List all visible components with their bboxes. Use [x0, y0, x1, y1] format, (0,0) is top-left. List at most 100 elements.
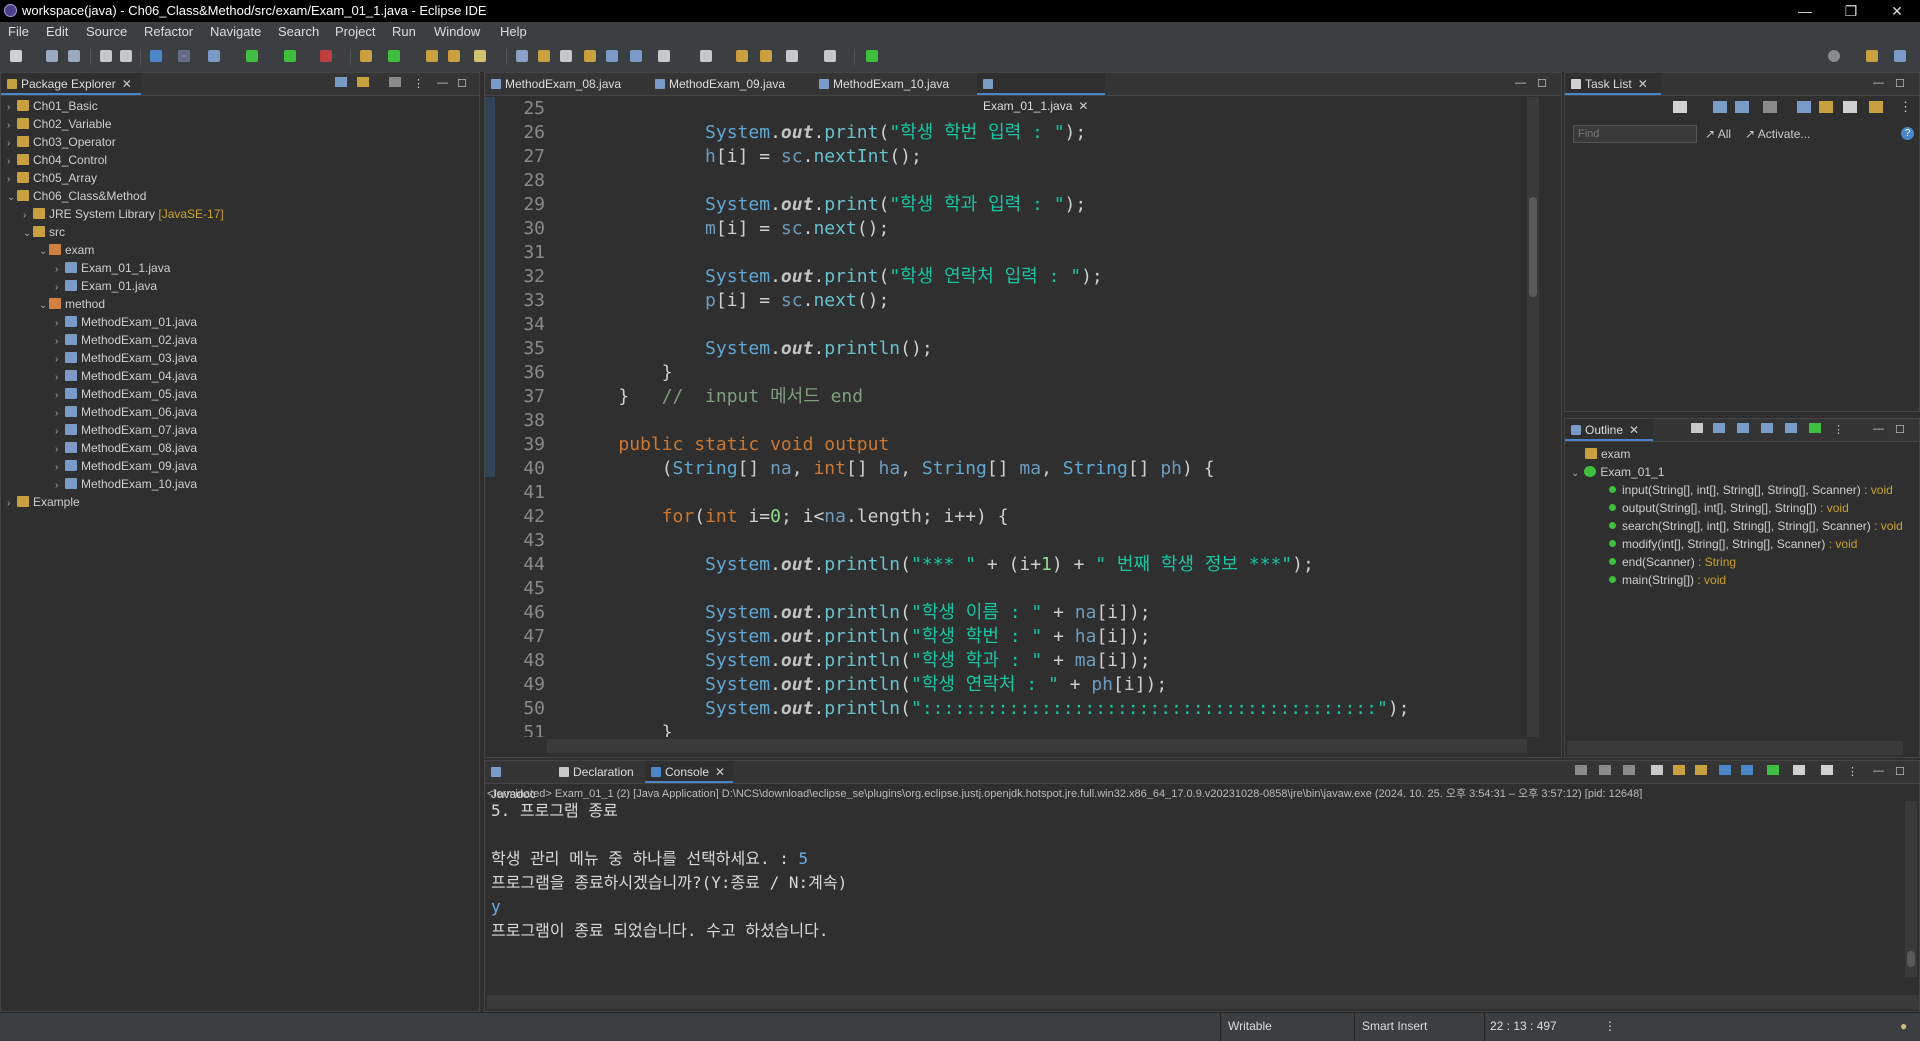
- editor-vertical-scrollbar[interactable]: [1527, 97, 1539, 737]
- show-stdout-icon[interactable]: [1719, 765, 1731, 775]
- editor-tab[interactable]: MethodExam_08.java: [485, 73, 649, 95]
- menu-run[interactable]: Run: [392, 24, 416, 39]
- close-icon[interactable]: ✕: [715, 765, 725, 779]
- java-perspective-icon[interactable]: [1894, 50, 1906, 62]
- code-line[interactable]: System.out.println("학생 학번 : " + ha[i]);: [575, 625, 1151, 649]
- focus-icon[interactable]: [1763, 101, 1777, 113]
- remove-all-icon[interactable]: [1623, 765, 1635, 775]
- show-whitespace-icon[interactable]: [606, 50, 618, 62]
- outline-class[interactable]: ⌄ Exam_01_1: [1571, 463, 1664, 481]
- outline-method[interactable]: main(String[]) : void: [1609, 571, 1726, 589]
- maximize-view-icon[interactable]: ☐: [1895, 77, 1905, 90]
- tree-item[interactable]: › Ch02_Variable: [7, 115, 112, 133]
- mark-occurrences-icon[interactable]: [538, 50, 550, 62]
- collapse-all-icon[interactable]: [335, 77, 347, 87]
- tree-item[interactable]: › MethodExam_09.java: [55, 457, 197, 475]
- open-task-icon[interactable]: [448, 50, 460, 62]
- minimize-view-icon[interactable]: —: [1873, 77, 1884, 89]
- code-line[interactable]: h[i] = sc.nextInt();: [575, 145, 922, 169]
- task-menu-icon[interactable]: ⋮: [1899, 99, 1912, 115]
- code-line[interactable]: System.out.println("학생 이름 : " + na[i]);: [575, 601, 1151, 625]
- editor-horizontal-scrollbar[interactable]: [547, 739, 1527, 753]
- save-all-icon[interactable]: [68, 50, 80, 62]
- forward-edit-icon[interactable]: [760, 50, 772, 62]
- tree-item[interactable]: › Exam_01.java: [55, 277, 157, 295]
- help-icon[interactable]: ?: [1901, 127, 1914, 140]
- next-annotation-icon[interactable]: [658, 50, 670, 62]
- code-line[interactable]: for(int i=0; i<na.length; i++) {: [575, 505, 1009, 529]
- editor-tab[interactable]: Exam_01_1.java ✕: [977, 73, 1105, 113]
- code-line[interactable]: System.out.println("학생 연락처 : " + ph[i]);: [575, 673, 1167, 697]
- minimize-editor-icon[interactable]: —: [1515, 77, 1526, 89]
- menu-navigate[interactable]: Navigate: [210, 24, 261, 39]
- task-activate-link[interactable]: ↗ Activate...: [1745, 127, 1810, 141]
- tree-item[interactable]: › Example: [7, 493, 80, 511]
- code-line[interactable]: public static void output: [575, 433, 889, 457]
- link-with-editor-icon[interactable]: [357, 77, 369, 87]
- code-line[interactable]: p[i] = sc.next();: [575, 289, 889, 313]
- show-stderr-icon[interactable]: [1741, 765, 1753, 775]
- tree-item[interactable]: ⌄ exam: [39, 241, 94, 259]
- word-wrap-icon[interactable]: [584, 50, 596, 62]
- chevron-down-icon[interactable]: ⌄: [1571, 465, 1581, 483]
- tree-item[interactable]: › Ch03_Operator: [7, 133, 116, 151]
- debug-icon[interactable]: [208, 50, 220, 62]
- tree-item[interactable]: › JRE System Library [JavaSE-17]: [23, 205, 224, 223]
- coverage-icon[interactable]: [284, 50, 296, 62]
- close-icon[interactable]: ✕: [1638, 77, 1648, 91]
- undo-icon[interactable]: [100, 50, 112, 62]
- redo-icon[interactable]: [120, 50, 132, 62]
- open-type-icon[interactable]: [426, 50, 438, 62]
- code-line[interactable]: }: [575, 361, 673, 385]
- open-console-icon[interactable]: [1821, 765, 1833, 775]
- outline-method[interactable]: output(String[], int[], String[], String…: [1609, 499, 1849, 517]
- tab-task-list[interactable]: Task List ✕: [1565, 73, 1661, 95]
- menu-source[interactable]: Source: [86, 24, 127, 39]
- filter-icon[interactable]: [389, 77, 401, 87]
- maximize-view-icon[interactable]: ☐: [1895, 423, 1905, 436]
- tree-item[interactable]: › MethodExam_10.java: [55, 475, 197, 493]
- close-icon[interactable]: ✕: [122, 77, 132, 91]
- forward-icon[interactable]: [824, 50, 836, 62]
- console-vertical-scrollbar[interactable]: [1905, 801, 1917, 977]
- outline-menu-icon[interactable]: ⋮: [1833, 423, 1844, 436]
- sort-icon[interactable]: [1819, 101, 1833, 113]
- collapse-outline-icon[interactable]: [1691, 423, 1703, 433]
- tab-package-explorer[interactable]: Package Explorer ✕: [1, 73, 141, 95]
- pilcrow-icon[interactable]: [630, 50, 642, 62]
- task-find-input[interactable]: [1573, 125, 1697, 143]
- search-icon[interactable]: [1828, 50, 1840, 62]
- menu-project[interactable]: Project: [335, 24, 375, 39]
- hide-completed-icon[interactable]: [1797, 101, 1811, 113]
- minimize-view-icon[interactable]: —: [1873, 423, 1884, 435]
- chevron-down-icon[interactable]: ⌄: [39, 243, 49, 261]
- tree-item[interactable]: › MethodExam_05.java: [55, 385, 197, 403]
- tree-item[interactable]: ⌄ method: [39, 295, 105, 313]
- code-line[interactable]: System.out.println("학생 학과 : " + ma[i]);: [575, 649, 1151, 673]
- hide-nonpublic-icon[interactable]: [1785, 423, 1797, 433]
- minimize-view-icon[interactable]: —: [437, 77, 448, 89]
- maximize-editor-icon[interactable]: ☐: [1537, 77, 1547, 90]
- hide-local-types-icon[interactable]: [1809, 423, 1821, 433]
- outline-method[interactable]: search(String[], int[], String[], String…: [1609, 517, 1903, 535]
- search-tool-icon[interactable]: [474, 50, 486, 62]
- new-java-project-icon[interactable]: [360, 50, 372, 62]
- chevron-down-icon[interactable]: ⌄: [7, 189, 17, 207]
- tree-item[interactable]: › MethodExam_04.java: [55, 367, 197, 385]
- clear-console-icon[interactable]: [1651, 765, 1663, 775]
- outline-method[interactable]: input(String[], int[], String[], String[…: [1609, 481, 1893, 499]
- code-line[interactable]: System.out.print("학생 연락처 입력 : ");: [575, 265, 1103, 289]
- terminal-icon[interactable]: [150, 50, 162, 62]
- minimize-button[interactable]: —: [1782, 0, 1828, 22]
- back-icon[interactable]: [786, 50, 798, 62]
- menu-edit[interactable]: Edit: [46, 24, 68, 39]
- menu-search[interactable]: Search: [278, 24, 319, 39]
- status-menu-icon[interactable]: ⋮: [1604, 1019, 1616, 1033]
- code-line[interactable]: System.out.print("학생 학번 입력 : ");: [575, 121, 1086, 145]
- block-select-icon[interactable]: [560, 50, 572, 62]
- scroll-lock-icon[interactable]: [1673, 765, 1685, 775]
- outline-method[interactable]: end(Scanner) : String: [1609, 553, 1736, 571]
- pin-editor-icon[interactable]: [866, 50, 878, 62]
- last-edit-icon[interactable]: [736, 50, 748, 62]
- chevron-down-icon[interactable]: ⌄: [23, 225, 33, 243]
